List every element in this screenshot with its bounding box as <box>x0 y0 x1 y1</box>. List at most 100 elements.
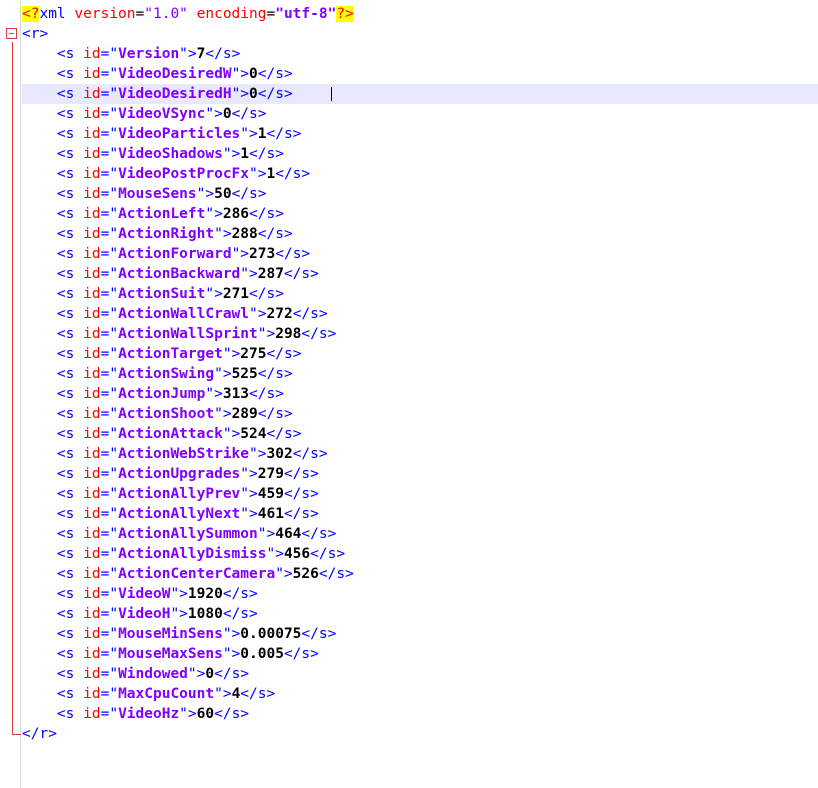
setting-id: ActionSuit <box>118 286 206 302</box>
element-close: </s> <box>283 466 319 482</box>
id-attr: id <box>83 506 101 522</box>
element-open: <s <box>56 606 75 622</box>
setting-line[interactable]: <s id="ActionSuit">271</s> <box>22 284 818 304</box>
setting-line[interactable]: <s id="VideoW">1920</s> <box>22 584 818 604</box>
id-attr: id <box>83 526 101 542</box>
attr-eq: =" <box>100 206 119 222</box>
setting-value: 461 <box>257 506 284 522</box>
setting-line[interactable]: <s id="VideoDesiredW">0</s> <box>22 64 818 84</box>
element-open: <s <box>56 46 75 62</box>
setting-line[interactable]: <s id="ActionSwing">525</s> <box>22 364 818 384</box>
setting-line[interactable]: <s id="ActionWebStrike">302</s> <box>22 444 818 464</box>
setting-line[interactable]: <s id="MouseMaxSens">0.005</s> <box>22 644 818 664</box>
setting-id: ActionAllySummon <box>118 526 258 542</box>
tag-end: "> <box>231 86 250 102</box>
element-open: <s <box>56 686 75 702</box>
setting-id: MouseMinSens <box>118 626 223 642</box>
element-open: <s <box>56 186 75 202</box>
setting-id: ActionUpgrades <box>118 466 241 482</box>
setting-id: VideoParticles <box>118 126 241 142</box>
setting-line[interactable]: <s id="ActionRight">288</s> <box>22 224 818 244</box>
collapse-icon[interactable] <box>6 28 17 39</box>
element-close: </s> <box>266 126 302 142</box>
element-close: </s> <box>222 606 258 622</box>
setting-line[interactable]: <s id="VideoPostProcFx">1</s> <box>22 164 818 184</box>
setting-line[interactable]: <s id="VideoDesiredH">0</s> <box>22 84 818 104</box>
tag-end: "> <box>275 566 293 582</box>
element-close: </s> <box>257 406 293 422</box>
tag-end: "> <box>214 686 232 702</box>
setting-line[interactable]: <s id="ActionWallSprint">298</s> <box>22 324 818 344</box>
fold-line <box>12 42 13 735</box>
setting-line[interactable]: <s id="VideoParticles">1</s> <box>22 124 818 144</box>
setting-line[interactable]: <s id="ActionShoot">289</s> <box>22 404 818 424</box>
setting-line[interactable]: <s id="ActionAllyPrev">459</s> <box>22 484 818 504</box>
element-close: </s> <box>266 346 302 362</box>
setting-line[interactable]: <s id="ActionAllyDismiss">456</s> <box>22 544 818 564</box>
root-open-line[interactable]: <r> <box>22 24 818 44</box>
setting-id: ActionBackward <box>118 266 241 282</box>
id-attr: id <box>83 286 101 302</box>
setting-line[interactable]: <s id="Version">7</s> <box>22 44 818 64</box>
xml-declaration-line[interactable]: <?xml version="1.0" encoding="utf-8"?> <box>22 4 818 24</box>
setting-line[interactable]: <s id="ActionWallCrawl">272</s> <box>22 304 818 324</box>
setting-line[interactable]: <s id="ActionTarget">275</s> <box>22 344 818 364</box>
root-close-line[interactable]: </r> <box>22 724 818 744</box>
setting-line[interactable]: <s id="ActionUpgrades">279</s> <box>22 464 818 484</box>
setting-id: VideoShadows <box>118 146 223 162</box>
element-open: <s <box>56 446 75 462</box>
setting-line[interactable]: <s id="ActionForward">273</s> <box>22 244 818 264</box>
setting-id: ActionWallSprint <box>118 326 258 342</box>
setting-value: 286 <box>222 206 250 222</box>
tag-end: "> <box>179 46 197 62</box>
id-attr: id <box>83 386 101 402</box>
setting-id: VideoH <box>118 606 171 622</box>
tag-end: "> <box>266 546 284 562</box>
setting-line[interactable]: <s id="VideoShadows">1</s> <box>22 144 818 164</box>
pi-open: <? <box>22 6 40 22</box>
setting-line[interactable]: <s id="Windowed">0</s> <box>22 664 818 684</box>
attr-eq: =" <box>100 226 119 242</box>
id-attr: id <box>83 306 101 322</box>
tag-end: "> <box>222 146 241 162</box>
tag-end: "> <box>249 446 267 462</box>
setting-value: 464 <box>275 526 302 542</box>
setting-line[interactable]: <s id="MouseSens">50</s> <box>22 184 818 204</box>
setting-line[interactable]: <s id="ActionJump">313</s> <box>22 384 818 404</box>
element-close: </s> <box>257 366 293 382</box>
setting-line[interactable]: <s id="ActionAllySummon">464</s> <box>22 524 818 544</box>
setting-id: VideoVSync <box>118 106 206 122</box>
setting-line[interactable]: <s id="ActionCenterCamera">526</s> <box>22 564 818 584</box>
setting-id: MaxCpuCount <box>118 686 215 702</box>
setting-id: Version <box>118 46 180 62</box>
setting-line[interactable]: <s id="ActionLeft">286</s> <box>22 204 818 224</box>
setting-id: ActionSwing <box>118 366 215 382</box>
id-attr: id <box>83 266 101 282</box>
setting-value: 526 <box>292 566 319 582</box>
setting-line[interactable]: <s id="ActionAllyNext">461</s> <box>22 504 818 524</box>
setting-line[interactable]: <s id="VideoVSync">0</s> <box>22 104 818 124</box>
setting-id: MouseSens <box>118 186 197 202</box>
element-open: <s <box>56 206 75 222</box>
setting-line[interactable]: <s id="VideoH">1080</s> <box>22 604 818 624</box>
attr-eq: =" <box>100 666 119 682</box>
setting-line[interactable]: <s id="VideoHz">60</s> <box>22 704 818 724</box>
xml-editor[interactable]: <?xml version="1.0" encoding="utf-8"?> <… <box>0 0 818 788</box>
element-close: </s> <box>249 386 284 402</box>
id-attr: id <box>83 586 101 602</box>
version-value: "1.0" <box>144 6 188 22</box>
fold-end-marker <box>12 734 21 735</box>
element-close: </s> <box>275 166 311 182</box>
setting-line[interactable]: <s id="MouseMinSens">0.00075</s> <box>22 624 818 644</box>
id-attr: id <box>83 486 101 502</box>
element-open: <s <box>56 526 75 542</box>
setting-value: 1 <box>266 166 276 182</box>
attr-eq: =" <box>100 306 119 322</box>
setting-line[interactable]: <s id="ActionAttack">524</s> <box>22 424 818 444</box>
setting-line[interactable]: <s id="MaxCpuCount">4</s> <box>22 684 818 704</box>
setting-line[interactable]: <s id="ActionBackward">287</s> <box>22 264 818 284</box>
setting-value: 0 <box>205 666 215 682</box>
tag-end: "> <box>187 666 206 682</box>
id-attr: id <box>83 246 101 262</box>
setting-id: ActionAllyPrev <box>118 486 241 502</box>
